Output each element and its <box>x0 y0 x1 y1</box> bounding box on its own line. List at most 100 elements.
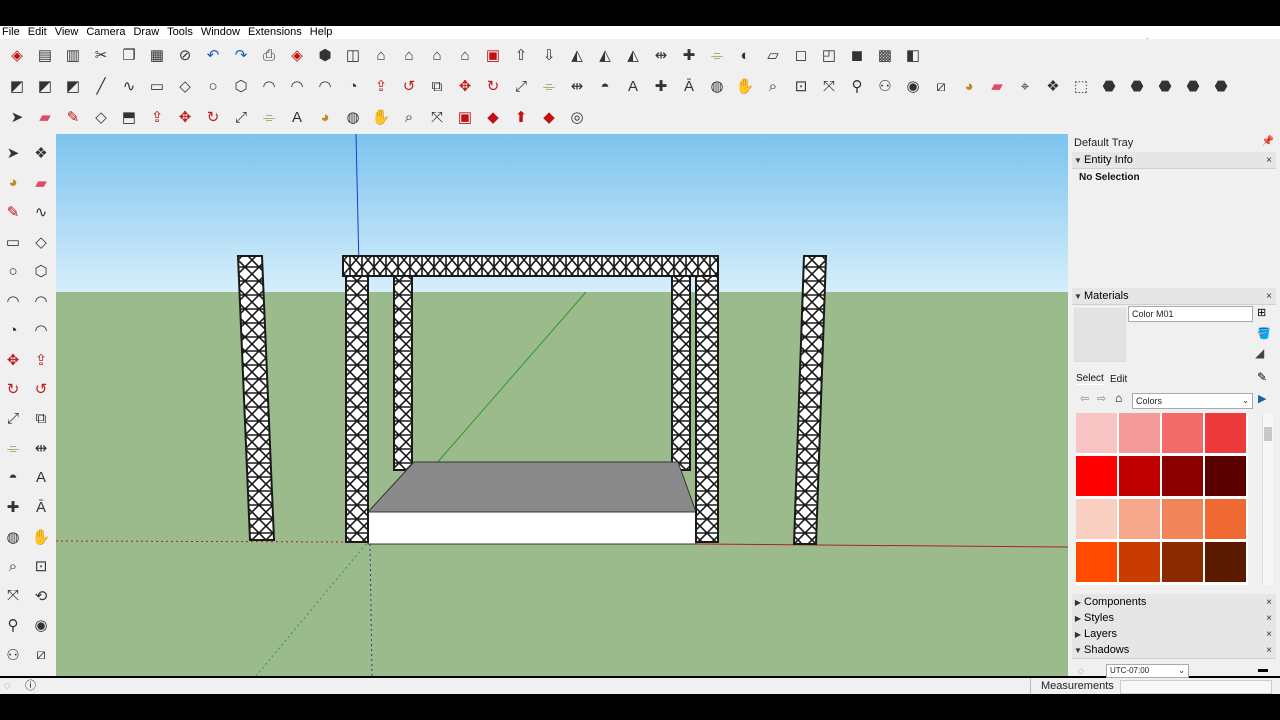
tab-edit[interactable]: Edit <box>1110 374 1127 385</box>
hidden-line-icon[interactable]: ◰ <box>818 45 840 67</box>
create-material-icon[interactable]: ⊞ <box>1257 306 1266 319</box>
front-view-icon[interactable]: ⌂ <box>370 45 392 67</box>
arc-icon[interactable]: ◠ <box>2 290 24 312</box>
look-around-icon[interactable]: ◉ <box>30 614 52 636</box>
shadow-toggle-icon[interactable]: ◌ <box>1078 666 1084 677</box>
menu-view[interactable]: View <box>53 26 85 39</box>
pencil-icon[interactable]: ✎ <box>62 107 84 129</box>
paint-bucket-icon[interactable]: 🪣 <box>1257 327 1271 340</box>
warehouse-icon[interactable]: ▣ <box>482 45 504 67</box>
dimension-icon[interactable]: ⇹ <box>650 45 672 67</box>
walk-icon[interactable]: ⚇ <box>2 644 24 666</box>
geo-location-icon[interactable]: ◌ <box>4 678 11 694</box>
pie-icon[interactable]: ◔ <box>2 319 24 341</box>
eyedropper-icon[interactable]: ✎ <box>1257 370 1267 384</box>
paint-icon[interactable]: ◕ <box>958 76 980 98</box>
menu-draw[interactable]: Draw <box>131 26 165 39</box>
text-icon[interactable]: A <box>286 107 308 129</box>
top-view-icon[interactable]: ◫ <box>342 45 364 67</box>
shaded-icon[interactable]: ◼ <box>846 45 868 67</box>
color-swatch[interactable] <box>1076 413 1117 453</box>
color-swatch[interactable] <box>1205 456 1246 496</box>
close-icon[interactable]: × <box>1266 291 1272 302</box>
right-view-icon[interactable]: ⌂ <box>398 45 420 67</box>
scale-icon[interactable]: ⤢ <box>2 408 24 430</box>
push-pull-icon[interactable]: ⇪ <box>370 76 392 98</box>
3d-text-icon[interactable]: Ā <box>30 496 52 518</box>
color-swatch[interactable] <box>1205 542 1246 582</box>
color-swatch[interactable] <box>1119 499 1160 539</box>
zoom-extents-icon[interactable]: ⤧ <box>818 76 840 98</box>
3d-text-icon[interactable]: Ā <box>678 76 700 98</box>
arc-icon[interactable]: ◠ <box>30 290 52 312</box>
color-swatch[interactable] <box>1162 542 1203 582</box>
arc-icon[interactable]: ◠ <box>286 76 308 98</box>
model-info-icon[interactable]: ◈ <box>286 45 308 67</box>
solid-icon[interactable]: ⬣ <box>1210 76 1232 98</box>
color-swatch[interactable] <box>1205 499 1246 539</box>
iso-view-icon[interactable]: ⬢ <box>314 45 336 67</box>
pie-icon[interactable]: ◔ <box>342 76 364 98</box>
zoom-extents-icon[interactable]: ⤧ <box>2 585 24 607</box>
timezone-select[interactable]: UTC-07:00 ⌄ <box>1106 664 1189 678</box>
position-camera-icon[interactable]: ⚲ <box>2 614 24 636</box>
close-icon[interactable]: × <box>1266 645 1272 656</box>
color-swatch[interactable] <box>1162 456 1203 496</box>
menu-extensions[interactable]: Extensions <box>246 26 308 39</box>
select-icon[interactable]: ➤ <box>6 107 28 129</box>
polygon-icon[interactable]: ⬡ <box>230 76 252 98</box>
protractor-icon[interactable]: ◓ <box>594 76 616 98</box>
color-swatch[interactable] <box>1162 499 1203 539</box>
paste-icon[interactable]: ▦ <box>146 45 168 67</box>
polygon-icon[interactable]: ⬡ <box>30 260 52 282</box>
menu-file[interactable]: File <box>0 26 26 39</box>
position-camera-icon[interactable]: ⚲ <box>846 76 868 98</box>
zoom-icon[interactable]: ⌕ <box>2 555 24 577</box>
color-swatch[interactable] <box>1076 542 1117 582</box>
eraser-icon[interactable]: ▰ <box>986 76 1008 98</box>
tape-icon[interactable]: ⌯ <box>258 107 280 129</box>
measurements-input[interactable] <box>1120 680 1272 694</box>
sandbox-icon[interactable]: ◭ <box>622 45 644 67</box>
ruby-icon[interactable]: ◆ <box>538 107 560 129</box>
color-swatch[interactable] <box>1119 413 1160 453</box>
tape-icon[interactable]: ⌯ <box>706 45 728 67</box>
orbit-icon[interactable]: ◍ <box>2 526 24 548</box>
get-model-icon[interactable]: ⇩ <box>538 45 560 67</box>
forward-icon[interactable]: ⇨ <box>1097 392 1106 405</box>
zoom-window-icon[interactable]: ⊡ <box>790 76 812 98</box>
rotate-icon[interactable]: ↻ <box>2 378 24 400</box>
previous-view-icon[interactable]: ⟲ <box>30 585 52 607</box>
monochrome-icon[interactable]: ◧ <box>902 45 924 67</box>
solid-icon[interactable]: ⬣ <box>1182 76 1204 98</box>
model-viewport[interactable] <box>56 134 1068 676</box>
scale-icon[interactable]: ⤢ <box>230 107 252 129</box>
shadow-settings-icon[interactable]: ▬ <box>1258 664 1268 675</box>
left-view-icon[interactable]: ⌂ <box>454 45 476 67</box>
push-icon[interactable]: ⬒ <box>118 107 140 129</box>
move-icon[interactable]: ✥ <box>454 76 476 98</box>
zoom-icon[interactable]: ⌕ <box>398 107 420 129</box>
menu-tools[interactable]: Tools <box>165 26 199 39</box>
pan-icon[interactable]: ✋ <box>734 76 756 98</box>
dimension-icon[interactable]: ⇹ <box>30 437 52 459</box>
section-icon[interactable]: ◩ <box>34 76 56 98</box>
back-edges-icon[interactable]: ▱ <box>762 45 784 67</box>
share-model-icon[interactable]: ⇧ <box>510 45 532 67</box>
dimension-icon[interactable]: ⇹ <box>566 76 588 98</box>
circle-icon[interactable]: ○ <box>2 260 24 282</box>
shape-icon[interactable]: ◇ <box>90 107 112 129</box>
pan-icon[interactable]: ✋ <box>30 526 52 548</box>
section-icon[interactable]: ◩ <box>62 76 84 98</box>
move-icon[interactable]: ✥ <box>174 107 196 129</box>
open-icon[interactable]: ▤ <box>34 45 56 67</box>
entity-info-header[interactable]: ▼ Entity Info × <box>1072 152 1276 169</box>
warehouse-icon[interactable]: ▣ <box>454 107 476 129</box>
section-icon[interactable]: ◩ <box>6 76 28 98</box>
print-icon[interactable]: ⎙ <box>258 45 280 67</box>
library-select[interactable]: Colors ⌄ <box>1132 393 1253 409</box>
push-pull-icon[interactable]: ⇪ <box>30 349 52 371</box>
zoom-extents-icon[interactable]: ⤧ <box>426 107 448 129</box>
move-icon[interactable]: ✥ <box>2 349 24 371</box>
menu-window[interactable]: Window <box>199 26 246 39</box>
